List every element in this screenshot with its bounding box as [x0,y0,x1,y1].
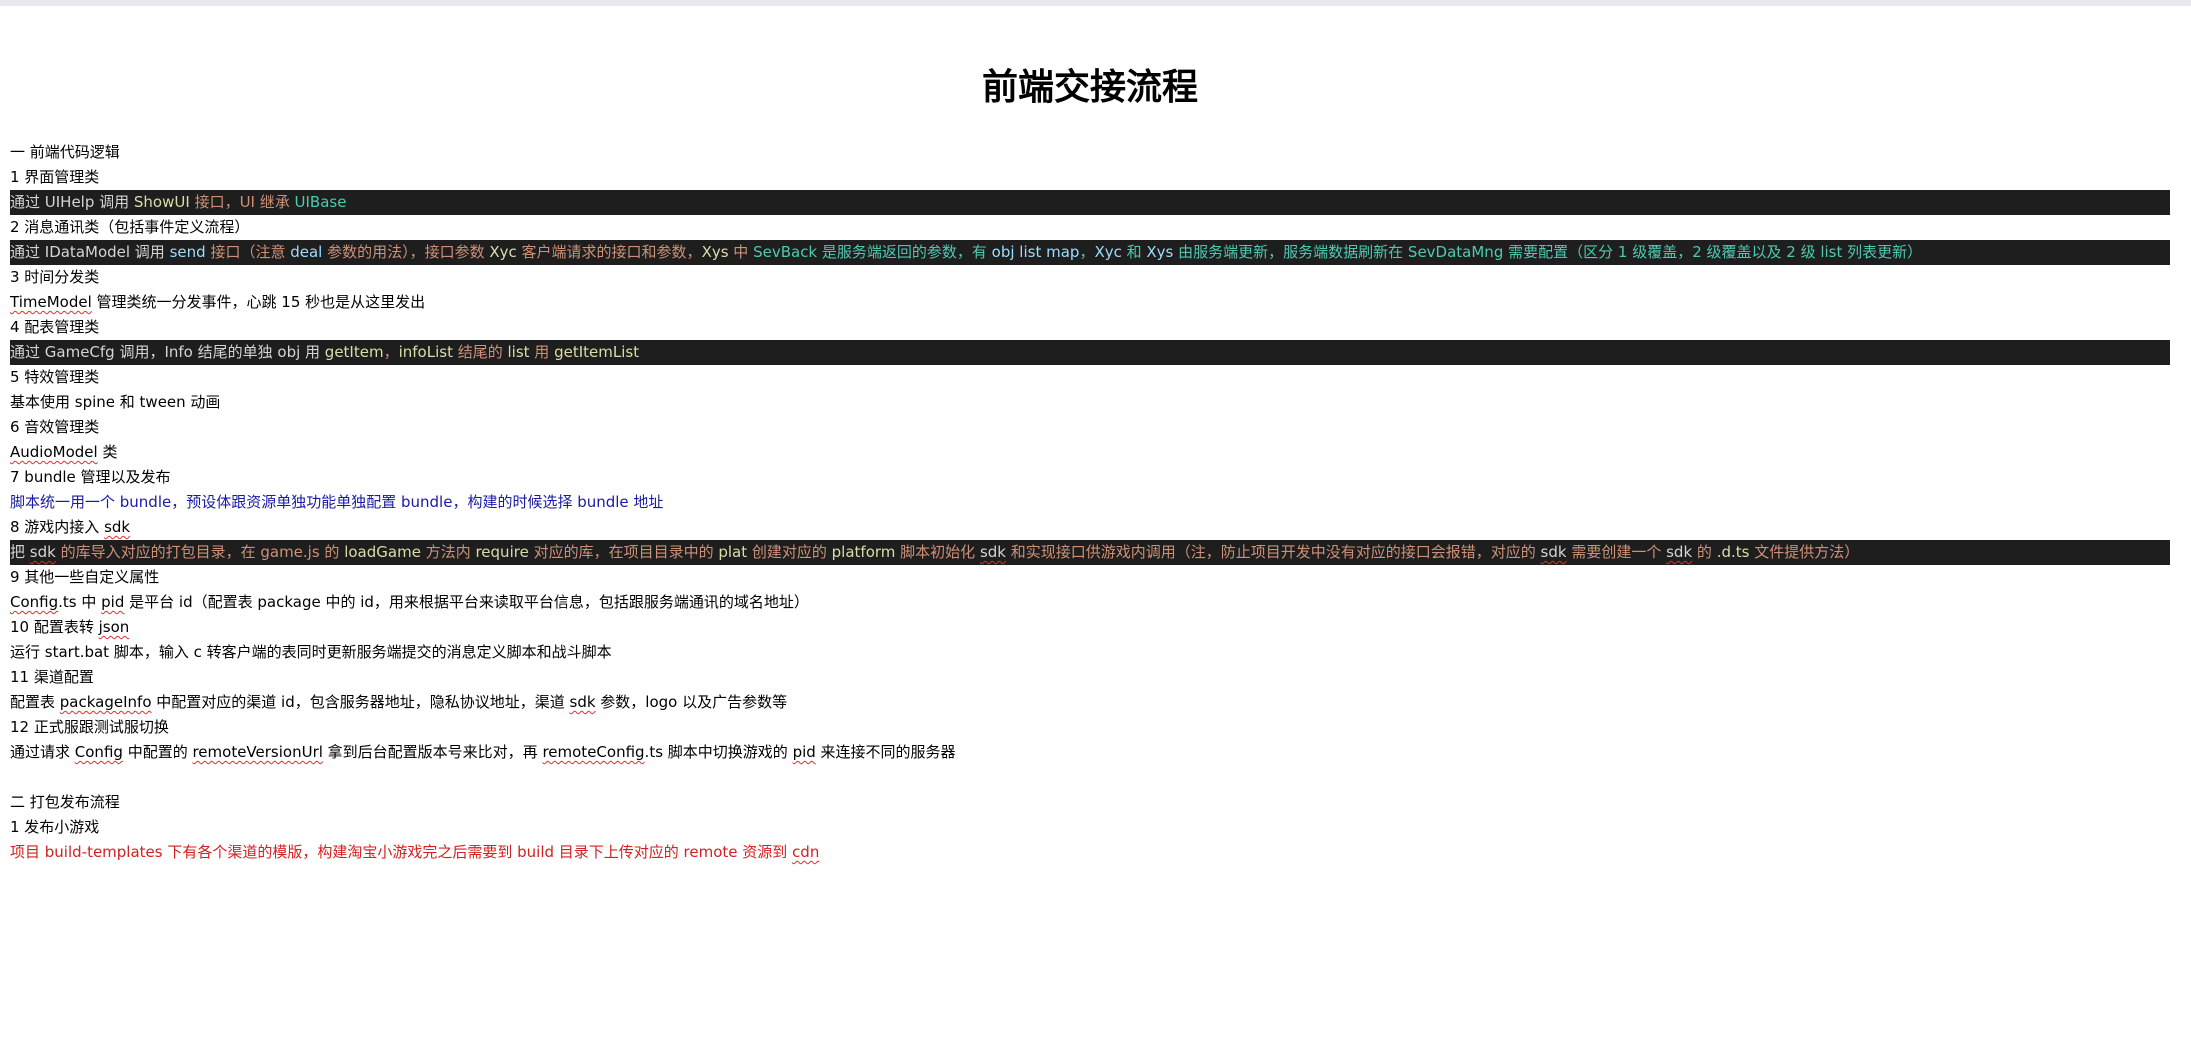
item-heading-channel: 11 渠道配置 [10,668,94,686]
item-heading-custom: 9 其他一些自定义属性 [10,568,160,586]
code-line-config: 通过 GameCfg 调用，Info 结尾的单独 obj 用 getItem，i… [10,340,2170,365]
item-heading-publish: 1 发布小游戏 [10,818,100,836]
item-heading-json: 10 配置表转 json [10,618,130,636]
text-line-channel: 配置表 packageInfo 中配置对应的渠道 id，包含服务器地址，隐私协议… [10,693,788,711]
document-body: 一 前端代码逻辑 1 界面管理类 通过 UIHelp 调用 ShowUI 接口，… [10,140,2170,865]
text-line-custom: Config.ts 中 pid 是平台 id（配置表 package 中的 id… [10,593,809,611]
section-heading-2: 二 打包发布流程 [10,793,120,811]
text-line-json: 运行 start.bat 脚本，输入 c 转客户端的表同时更新服务端提交的消息定… [10,643,612,661]
section-heading-1: 一 前端代码逻辑 [10,143,120,161]
item-heading-message: 2 消息通讯类（包括事件定义流程） [10,218,250,236]
item-heading-ui: 1 界面管理类 [10,168,100,186]
text-line-server-switch: 通过请求 Config 中配置的 remoteVersionUrl 拿到后台配置… [10,743,956,761]
document-page: 前端交接流程 一 前端代码逻辑 1 界面管理类 通过 UIHelp 调用 Sho… [0,0,2191,1050]
text-line-bundle: 脚本统一用一个 bundle，预设体跟资源单独功能单独配置 bundle，构建的… [10,493,664,511]
document-title: 前端交接流程 [981,66,1198,108]
item-heading-bundle: 7 bundle 管理以及发布 [10,468,171,486]
item-heading-config: 4 配表管理类 [10,318,100,336]
text-line-publish: 项目 build-templates 下有各个渠道的模版，构建淘宝小游戏完之后需… [10,843,820,861]
text-line-effects: 基本使用 spine 和 tween 动画 [10,393,221,411]
item-heading-effects: 5 特效管理类 [10,368,100,386]
code-line-ui: 通过 UIHelp 调用 ShowUI 接口，UI 继承 UIBase [10,190,2170,215]
code-line-sdk: 把 sdk 的库导入对应的打包目录，在 game.js 的 loadGame 方… [10,540,2170,565]
text-line-time: TimeModel 管理类统一分发事件，心跳 15 秒也是从这里发出 [10,293,426,311]
item-heading-server-switch: 12 正式服跟测试服切换 [10,718,169,736]
item-heading-sdk: 8 游戏内接入 sdk [10,518,131,536]
item-heading-audio: 6 音效管理类 [10,418,100,436]
code-line-message: 通过 IDataModel 调用 send 接口（注意 deal 参数的用法），… [10,240,2170,265]
item-heading-time: 3 时间分发类 [10,268,100,286]
text-line-audio: AudioModel 类 [10,443,118,461]
